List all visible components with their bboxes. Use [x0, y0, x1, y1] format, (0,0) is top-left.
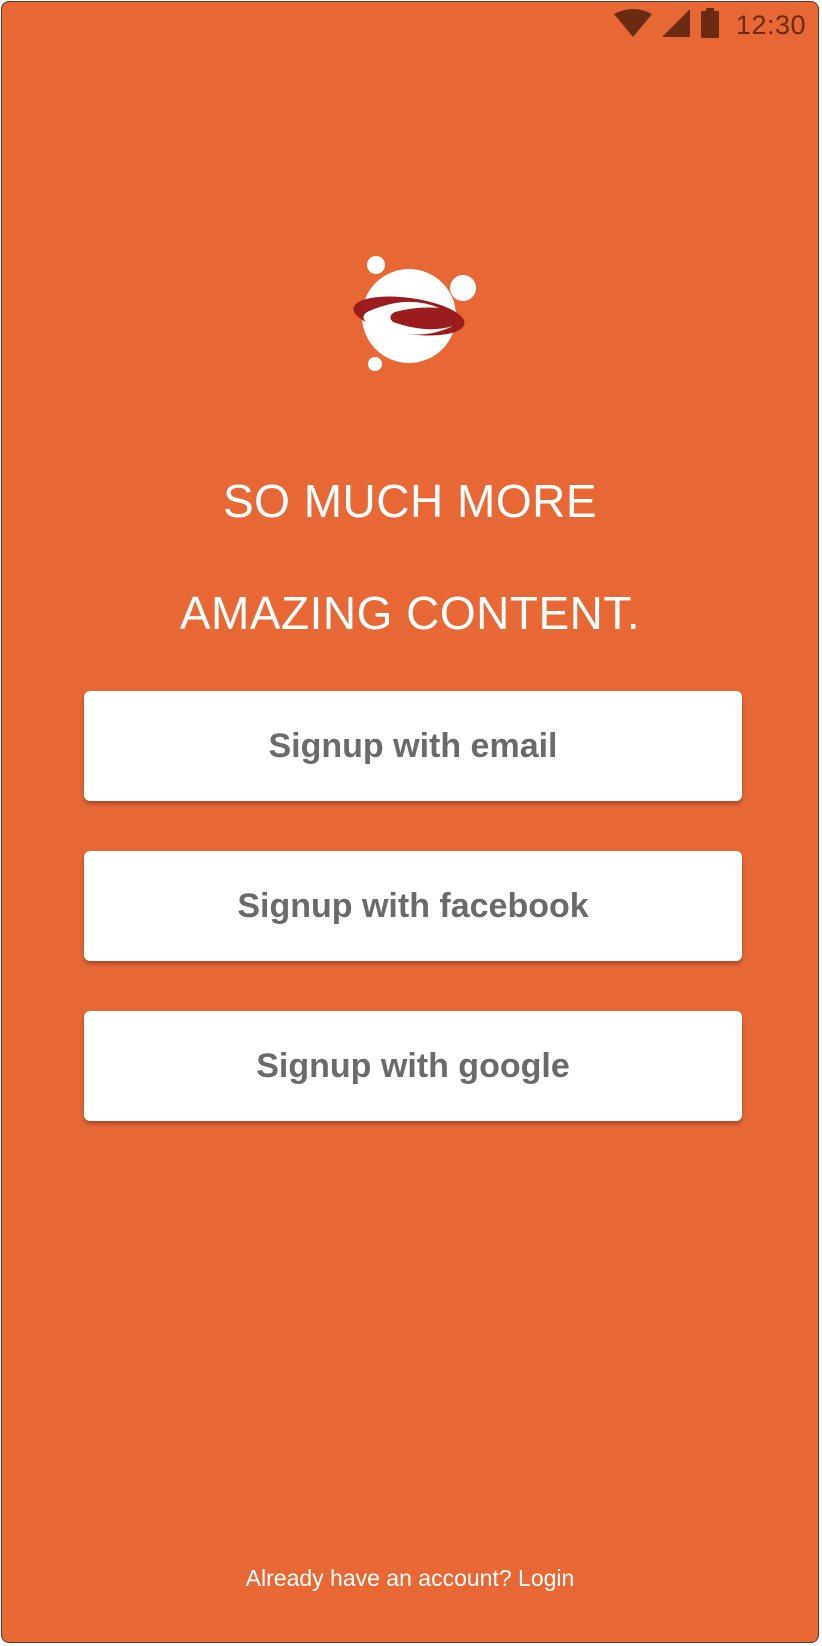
headline-line-2: AMAZING CONTENT.	[179, 587, 641, 639]
login-prompt: Already have an account? Login	[2, 1565, 818, 1592]
signup-email-button[interactable]: Signup with email	[84, 691, 742, 801]
status-bar: 12:30	[2, 2, 818, 46]
signup-facebook-button[interactable]: Signup with facebook	[84, 851, 742, 961]
login-prompt-text: Already have an account?	[245, 1565, 519, 1591]
cellular-signal-icon	[661, 8, 690, 42]
signup-screen: 12:30 SO MUCH MORE AMAZING CONTENT. Sign…	[1, 1, 819, 1643]
wifi-icon	[613, 8, 652, 42]
app-logo-icon	[347, 252, 482, 377]
login-link[interactable]: Login	[518, 1565, 574, 1591]
headline: SO MUCH MORE AMAZING CONTENT.	[2, 417, 818, 697]
status-time: 12:30	[735, 9, 806, 40]
battery-icon	[700, 7, 720, 43]
signup-google-button[interactable]: Signup with google	[84, 1011, 742, 1121]
status-icons: 12:30	[613, 7, 806, 43]
headline-line-1: SO MUCH MORE	[223, 475, 597, 527]
